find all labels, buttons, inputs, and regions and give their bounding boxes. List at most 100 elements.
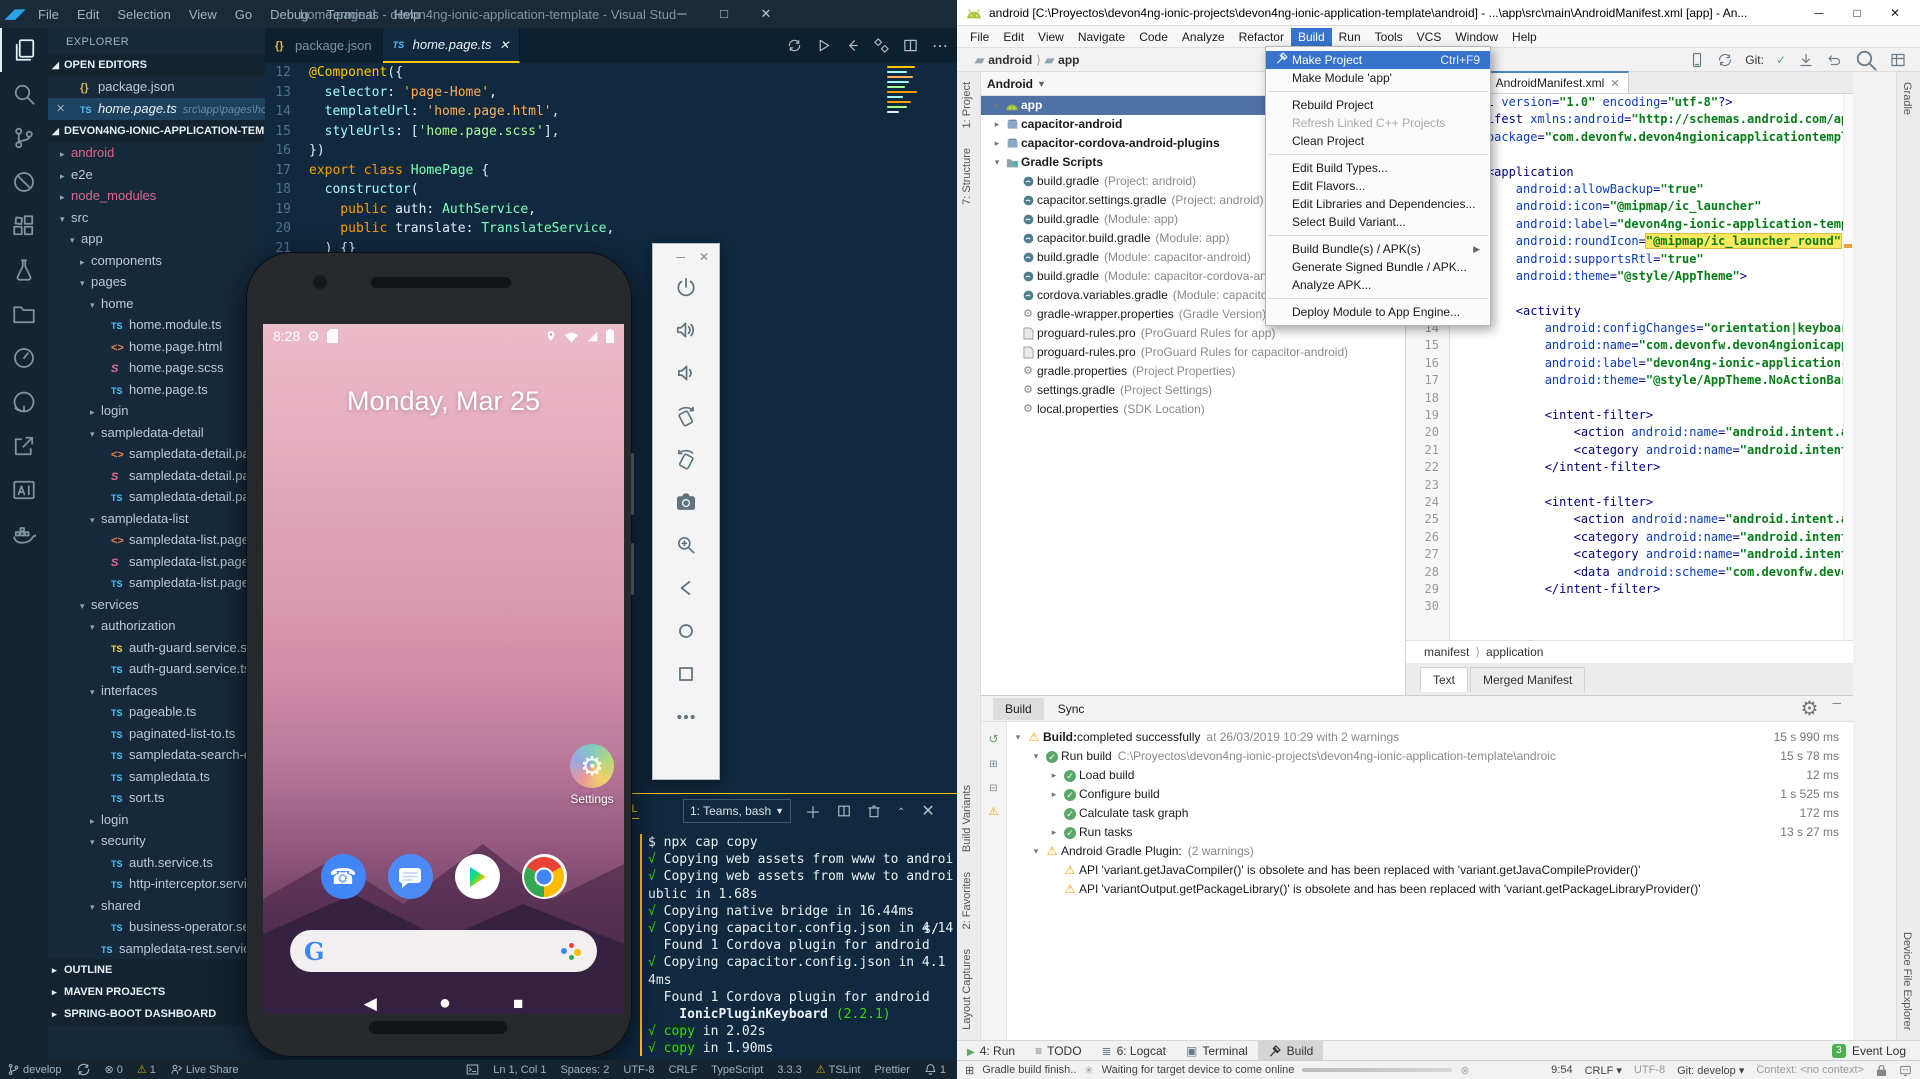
tool-tab-gradle[interactable]: Gradle [1897, 72, 1917, 125]
status-terminal-ic[interactable] [459, 1063, 486, 1076]
volume-up-icon[interactable] [669, 313, 703, 347]
tree-item-sampledata-search-cri[interactable]: TSsampledata-search-cri [48, 744, 265, 766]
search-icon[interactable] [0, 72, 48, 116]
build-row[interactable]: ✓Calculate task graph172 ms [1007, 804, 1853, 823]
device-monitor-icon[interactable] [1899, 1064, 1912, 1077]
build-tab-sync[interactable]: Sync [1046, 698, 1097, 720]
tool-window-switcher-icon[interactable]: ⊞ [965, 1064, 974, 1077]
phone-app-icon[interactable]: ☎ [321, 854, 366, 899]
avd-icon[interactable] [1689, 52, 1705, 68]
tree-item-shared[interactable]: ▾shared [48, 895, 265, 917]
settings-gear-icon[interactable]: ⚙ [1801, 696, 1819, 721]
xml-crumb-application[interactable]: application [1486, 645, 1543, 659]
assistant-icon[interactable] [561, 940, 583, 962]
menu-item-rebuild-project[interactable]: Rebuild Project [1266, 96, 1490, 114]
debug-disabled-icon[interactable] [0, 160, 48, 204]
github-icon[interactable] [0, 380, 48, 424]
status-sync-icon[interactable] [69, 1062, 98, 1077]
studio-menu-code[interactable]: Code [1132, 28, 1175, 46]
status-TypeScript[interactable]: TypeScript [704, 1063, 770, 1076]
screenshot-icon[interactable] [669, 485, 703, 519]
volume-down-icon[interactable] [669, 356, 703, 390]
tree-item-src[interactable]: ▾src [48, 207, 265, 229]
volume-rocker[interactable] [631, 453, 634, 515]
studio-status-context[interactable]: Context: <no context> [1756, 1064, 1864, 1076]
tool-button-build[interactable]: Build [1258, 1041, 1324, 1061]
menu-item-edit-libraries-and-dependencies-[interactable]: Edit Libraries and Dependencies... [1266, 195, 1490, 213]
home-icon[interactable] [669, 614, 703, 648]
tree-item-sampledata-list[interactable]: ▾sampledata-list [48, 508, 265, 530]
layout-icon[interactable] [1890, 52, 1906, 68]
messages-app-icon[interactable] [388, 854, 433, 899]
studio-menu-tools[interactable]: Tools [1368, 28, 1410, 46]
docker-icon[interactable] [0, 512, 48, 556]
terminal-output[interactable]: $ npx cap copy√ Copying web assets from … [640, 834, 953, 1056]
tree-item-sampledata.ts[interactable]: TSsampledata.ts [48, 766, 265, 788]
section-outline[interactable]: ▸OUTLINE [48, 959, 265, 981]
studio-tab-AndroidManifest.xml[interactable]: AndroidManifest.xml✕ [1488, 71, 1629, 93]
studio-status-9[interactable]: 9:54 [1551, 1064, 1572, 1076]
project-item-settings.gradle[interactable]: ⚙settings.gradle(Project Settings) [981, 381, 1405, 400]
tree-item-security[interactable]: ▾security [48, 830, 265, 852]
project-item-gradle.properties[interactable]: ⚙gradle.properties(Project Properties) [981, 362, 1405, 381]
power-button[interactable] [631, 543, 634, 595]
tree-item-paginated-list-to.ts[interactable]: TSpaginated-list-to.ts [48, 723, 265, 745]
section-spring-boot-dashboard[interactable]: ▸SPRING-BOOT DASHBOARD [48, 1003, 265, 1025]
nav-home-button[interactable]: ● [439, 992, 451, 1014]
studio-menu-build[interactable]: Build [1291, 28, 1332, 46]
tree-item-node_modules[interactable]: ▸node_modules [48, 185, 265, 207]
tool-button-6-logcat[interactable]: ≣6: Logcat [1092, 1041, 1176, 1061]
tree-item-sampledata-detail.pag[interactable]: Ssampledata-detail.pag [48, 465, 265, 487]
tree-item-login[interactable]: ▸login [48, 809, 265, 831]
tree-item-sampledata-detail.pag[interactable]: <>sampledata-detail.pag [48, 443, 265, 465]
split-editor-icon[interactable] [903, 38, 918, 53]
tree-item-home.page.ts[interactable]: TShome.page.ts [48, 379, 265, 401]
tree-item-sort.ts[interactable]: TSsort.ts [48, 787, 265, 809]
nav-back-icon[interactable] [845, 38, 860, 53]
xml-crumb-manifest[interactable]: manifest [1424, 645, 1469, 659]
build-row[interactable]: ▸✓Load build12 ms [1007, 766, 1853, 785]
studio-window-minimize-button[interactable]: ─ [1800, 0, 1838, 26]
split-terminal-icon[interactable] [837, 804, 851, 818]
menu-item-select-build-variant-[interactable]: Select Build Variant... [1266, 213, 1490, 231]
compare-icon[interactable] [874, 38, 889, 53]
rotate-right-icon[interactable] [669, 442, 703, 476]
tree-item-home.page.html[interactable]: <>home.page.html [48, 336, 265, 358]
run-icon[interactable] [816, 38, 831, 53]
collapse-all-icon[interactable]: ⊟ [989, 780, 997, 794]
lock-icon[interactable] [1876, 1064, 1887, 1077]
source-control-icon[interactable] [0, 116, 48, 160]
tree-item-pageable.ts[interactable]: TSpageable.ts [48, 701, 265, 723]
tool-tab-2-favorites[interactable]: 2: Favorites [957, 862, 977, 939]
studio-menu-window[interactable]: Window [1448, 28, 1505, 46]
window-maximize-button[interactable]: □ [703, 6, 745, 22]
build-row[interactable]: ⚠API 'variantOutput.getPackageLibrary()'… [1007, 880, 1853, 899]
tree-item-sampledata-detail.pag[interactable]: TSsampledata-detail.pag [48, 486, 265, 508]
status-Live Share[interactable]: Live Share [163, 1062, 246, 1077]
nav-back-button[interactable]: ◀ [364, 994, 377, 1014]
breadcrumb-android[interactable]: android [988, 53, 1032, 67]
emulator-minimize-button[interactable]: ─ [676, 250, 685, 264]
nav-recents-button[interactable]: ■ [513, 994, 523, 1014]
status-Spaces: 2[interactable]: Spaces: 2 [553, 1063, 616, 1076]
tree-item-components[interactable]: ▸components [48, 250, 265, 272]
settings-app-icon[interactable]: ⚙ [570, 744, 614, 788]
tree-item-sampledata-list.page.t[interactable]: TSsampledata-list.page.t [48, 572, 265, 594]
window-minimize-button[interactable]: ─ [661, 6, 703, 22]
dial-icon[interactable] [0, 336, 48, 380]
tree-item-http-interceptor.servic[interactable]: TShttp-interceptor.servic [48, 873, 265, 895]
hide-panel-icon[interactable]: ─ [1832, 696, 1841, 721]
studio-window-maximize-button[interactable]: □ [1838, 0, 1876, 26]
status-develop[interactable]: develop [0, 1062, 69, 1077]
menu-item-clean-project[interactable]: Clean Project [1266, 132, 1490, 150]
chrome-icon[interactable] [522, 854, 567, 899]
tree-item-home.page.scss[interactable]: Shome.page.scss [48, 357, 265, 379]
build-row[interactable]: ▾⚠Android Gradle Plugin:(2 warnings) [1007, 842, 1853, 861]
menu-item-edit-flavors-[interactable]: Edit Flavors... [1266, 177, 1490, 195]
revert-icon[interactable] [1826, 52, 1842, 68]
gradle-sync-icon[interactable] [1717, 52, 1733, 68]
terminal-selector[interactable]: 1: Teams, bash▼ [683, 799, 791, 823]
close-icon[interactable]: ✕ [56, 98, 65, 120]
studio-menu-file[interactable]: File [963, 28, 996, 46]
menu-view[interactable]: View [181, 5, 225, 24]
